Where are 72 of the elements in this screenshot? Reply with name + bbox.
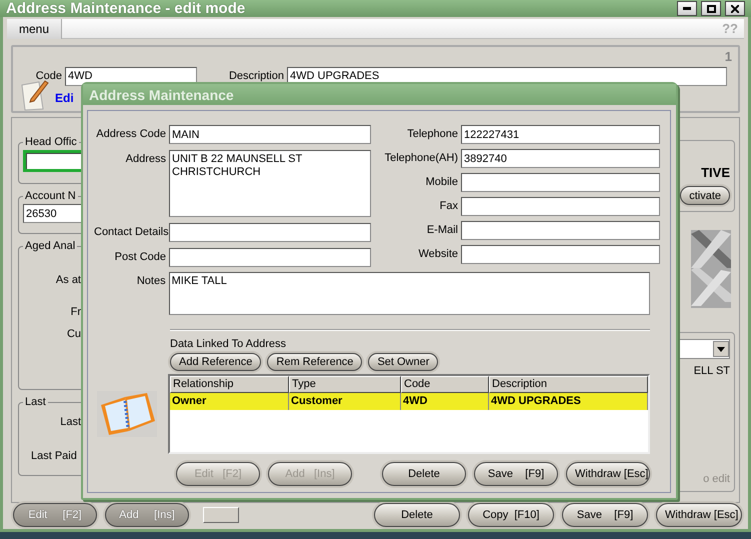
section-title: Data Linked To Address	[170, 338, 287, 350]
text-field[interactable]	[461, 197, 660, 216]
text-field[interactable]	[461, 221, 660, 240]
column-header[interactable]: Code	[401, 376, 489, 393]
close-icon	[731, 4, 739, 12]
table-cell: Owner	[170, 393, 289, 410]
group-title: Head Offic	[24, 136, 78, 148]
address-book-icon	[97, 390, 157, 436]
field-label: Notes	[136, 274, 166, 287]
field-label: Cu	[66, 328, 81, 340]
column-header[interactable]: Type	[289, 376, 401, 393]
footer-button[interactable]: Copy [F10]	[468, 503, 554, 527]
notes-field[interactable]: MIKE TALL	[168, 272, 650, 315]
dialog-button[interactable]: Withdraw [Esc]	[566, 462, 650, 486]
minimize-icon	[683, 7, 691, 10]
status-label: TIVE	[701, 165, 730, 180]
reference-button[interactable]: Add Reference	[170, 353, 262, 371]
table-cell: 4WD	[401, 393, 489, 410]
window-title: Address Maintenance - edit mode	[6, 0, 246, 17]
maximize-icon	[706, 4, 716, 12]
field-label: Fr	[70, 306, 81, 318]
field-label: Mobile	[424, 175, 458, 188]
field-label: Telephone(AH)	[384, 151, 458, 164]
hint-text: o edit	[703, 473, 730, 485]
group-title: Account N	[24, 190, 77, 202]
blank-field[interactable]	[203, 507, 239, 523]
group-title: Last	[24, 396, 47, 408]
dialog-button[interactable]: Delete	[382, 462, 466, 486]
menu-item[interactable]: menu	[7, 18, 62, 38]
field-label: Last Paid	[30, 450, 77, 462]
dialog-title: Address Maintenance	[89, 86, 234, 102]
group-title: Aged Anal	[24, 240, 76, 252]
reference-button[interactable]: Rem Reference	[267, 353, 362, 371]
field-label: As at	[54, 274, 81, 286]
text-field[interactable]: MAIN	[169, 125, 371, 144]
text-field[interactable]	[461, 245, 660, 264]
field-label: Contact Details	[94, 225, 166, 238]
address-text: ELL ST	[694, 365, 730, 377]
text-field[interactable]	[169, 223, 371, 242]
field-label: Last	[59, 416, 81, 428]
field-label: E-Mail	[426, 223, 458, 236]
footer-button[interactable]: Withdraw [Esc]	[656, 503, 742, 527]
mode-label: Edi	[55, 91, 74, 105]
table-cell: Customer	[289, 393, 401, 410]
footer-button[interactable]: Delete	[374, 503, 460, 527]
table-row[interactable]: Owner Customer 4WD 4WD UPGRADES	[170, 393, 648, 410]
footer-button[interactable]: Save [F9]	[562, 503, 648, 527]
column-header[interactable]: Relationship	[170, 376, 289, 393]
field-label: Telephone	[406, 127, 458, 140]
field-label: Address Code	[95, 127, 166, 140]
text-field[interactable]: 122227431	[461, 125, 660, 144]
field-label: Website	[417, 247, 458, 260]
column-header[interactable]: Description	[489, 376, 648, 393]
close-button[interactable]	[725, 1, 745, 16]
dialog-button[interactable]: Save [F9]	[474, 462, 558, 486]
text-field[interactable]	[169, 248, 371, 267]
text-field[interactable]	[461, 173, 660, 192]
field-label: Fax	[438, 199, 458, 212]
activate-button[interactable]: ctivate	[680, 186, 730, 205]
field-label: Post Code	[114, 250, 166, 263]
description-label: Description	[228, 70, 284, 82]
table-cell: 4WD UPGRADES	[489, 393, 648, 410]
code-label: Code	[36, 70, 62, 82]
cross-icon	[691, 230, 731, 308]
maximize-button[interactable]	[701, 1, 721, 16]
reference-button[interactable]: Set Owner	[368, 353, 438, 371]
field-label: Address	[124, 152, 166, 165]
text-field[interactable]: 3892740	[461, 149, 660, 168]
caret-icon	[717, 346, 725, 352]
address-field[interactable]: UNIT B 22 MAUNSELL ST CHRISTCHURCH	[169, 150, 371, 217]
page-number: 1	[724, 48, 732, 64]
minimize-button[interactable]	[677, 1, 697, 16]
